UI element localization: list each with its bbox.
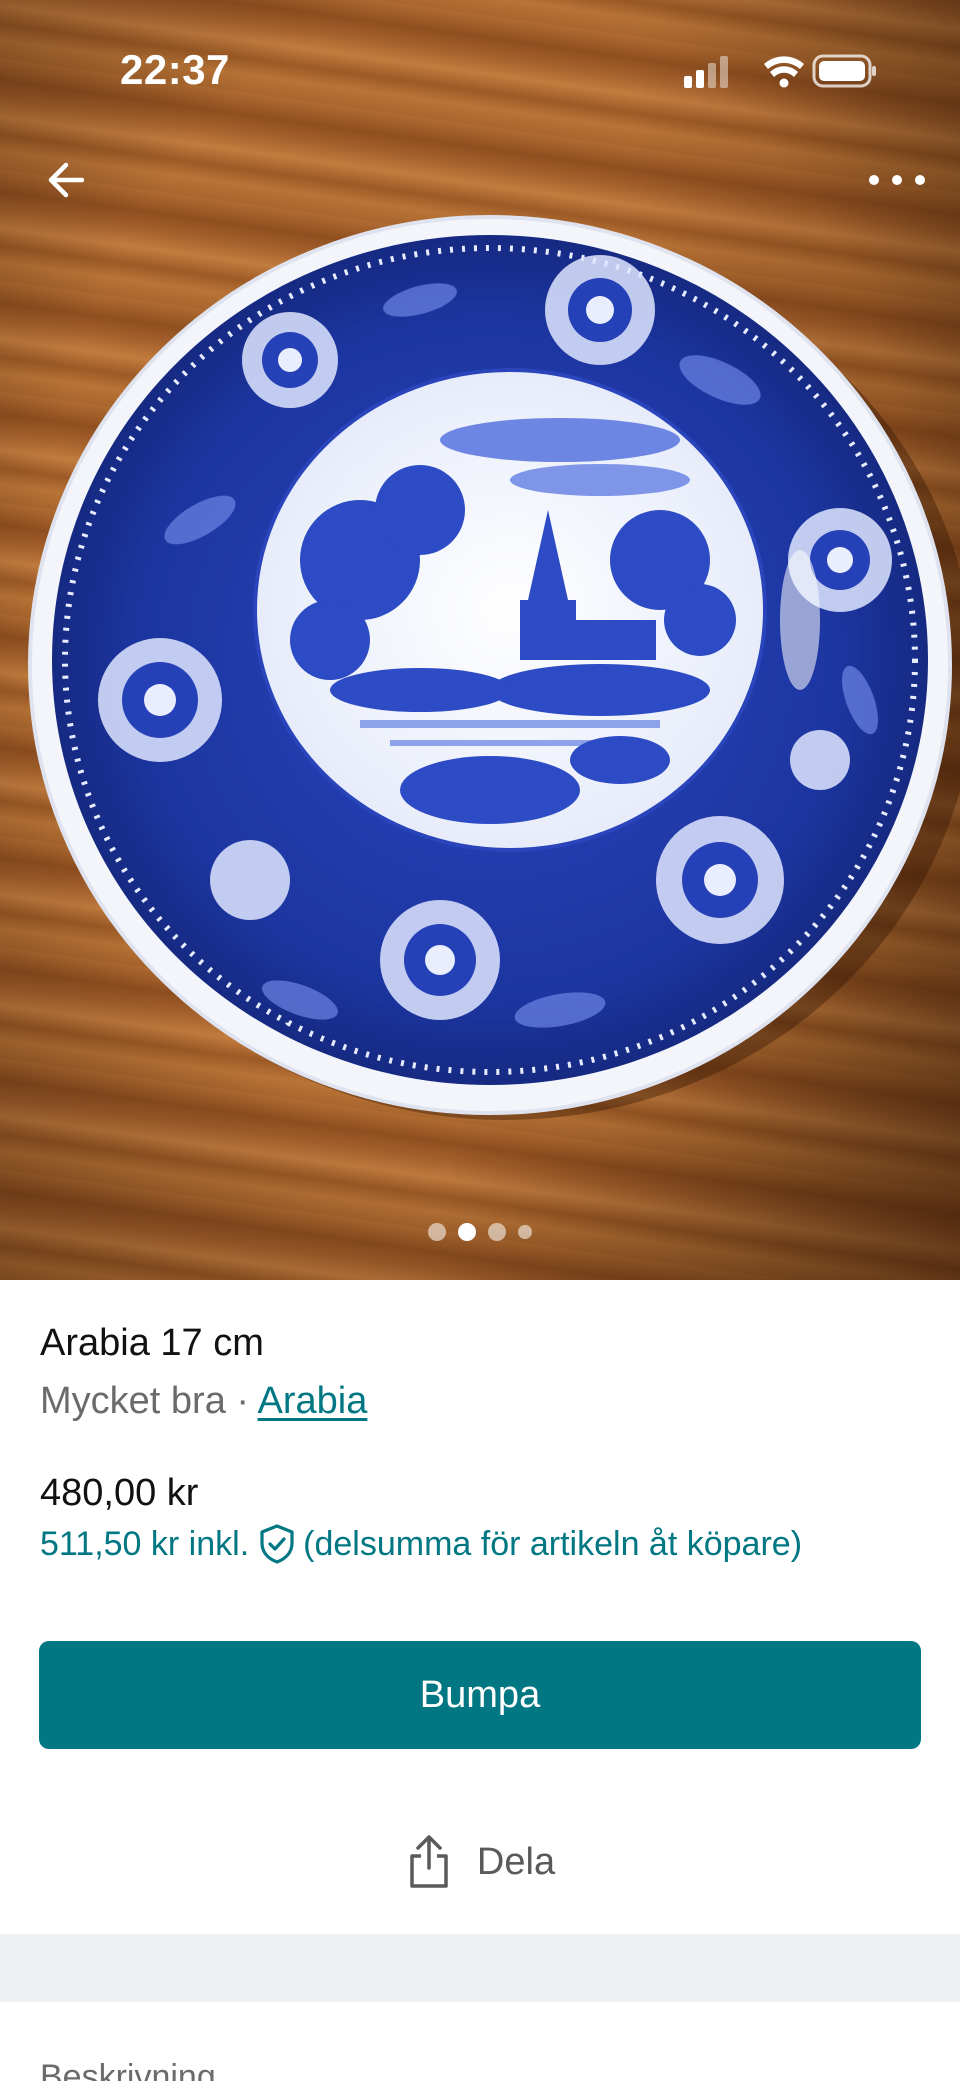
description-heading: Beskrivning: [40, 2058, 216, 2081]
status-bar: 22:37: [0, 0, 960, 140]
page-dot[interactable]: [428, 1223, 446, 1241]
brand-link[interactable]: Arabia: [258, 1380, 368, 1422]
section-divider: [0, 1934, 960, 2002]
separator: ·: [225, 1380, 258, 1422]
more-horizontal-icon[interactable]: [864, 160, 930, 200]
share-icon: [410, 1835, 448, 1888]
price-incl-note: (delsumma för artikeln åt köpare): [303, 1524, 803, 1563]
plate-photo: [0, 0, 960, 1280]
item-photo-gallery[interactable]: 22:37: [0, 0, 960, 1280]
price-incl-value: 511,50 kr inkl.: [40, 1524, 250, 1563]
item-price: 480,00 kr: [40, 1472, 199, 1514]
status-time: 22:37: [120, 46, 230, 93]
page-dot-active[interactable]: [458, 1223, 476, 1241]
shield-check-icon: [260, 1524, 294, 1564]
status-icons: [684, 54, 876, 88]
battery-icon: [812, 54, 876, 88]
share-button[interactable]: Dela: [0, 1830, 960, 1894]
wifi-icon: [764, 56, 804, 88]
page-dot[interactable]: [488, 1223, 506, 1241]
page-dot[interactable]: [518, 1225, 532, 1239]
signal-icon: [684, 56, 728, 88]
item-condition: Mycket bra: [40, 1380, 226, 1422]
arrow-left-icon[interactable]: [38, 150, 98, 210]
item-title: Arabia 17 cm: [40, 1322, 264, 1364]
share-label: Dela: [476, 1840, 556, 1883]
gallery-page-indicator[interactable]: [0, 1220, 960, 1244]
item-subtitle: Mycket bra · Arabia: [40, 1380, 367, 1423]
bump-button[interactable]: Bumpa: [39, 1641, 921, 1749]
price-incl-protection[interactable]: 511,50 kr inkl. (delsumma för artikeln å…: [40, 1523, 802, 1565]
